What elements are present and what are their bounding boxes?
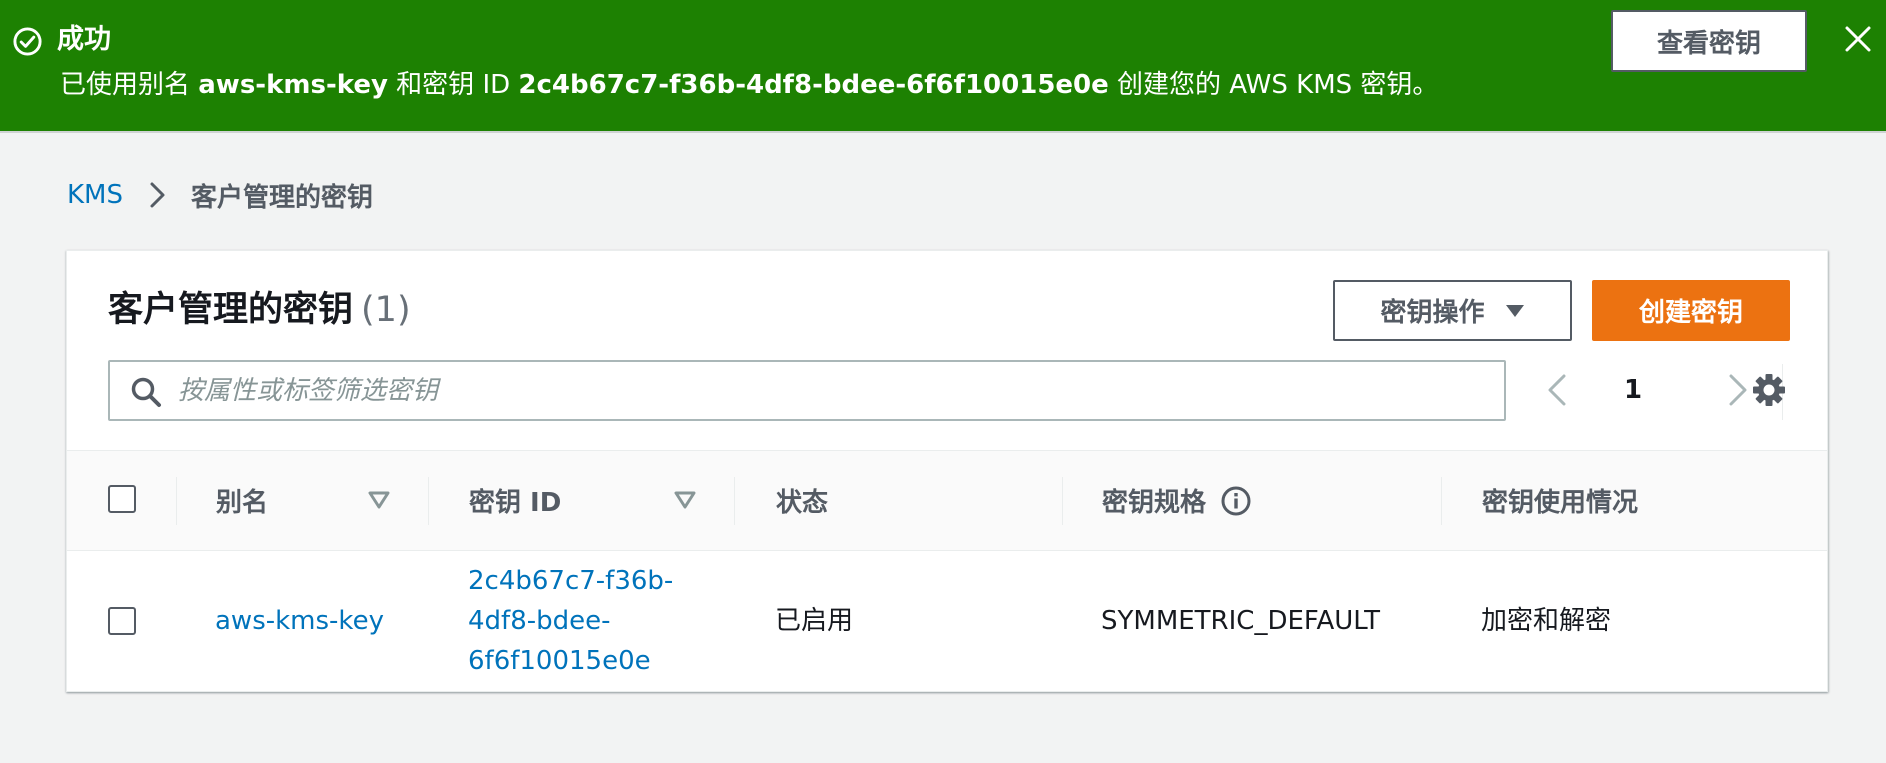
filter-input[interactable] [178, 370, 1478, 412]
column-header-key-spec[interactable]: 密钥规格 [1102, 451, 1252, 550]
keys-table-container: 客户管理的密钥(1) 密钥操作 创建密钥 1 [66, 250, 1828, 692]
breadcrumb: KMS 客户管理的密钥 [67, 175, 373, 215]
caret-down-icon [1505, 304, 1524, 317]
key-id-line: 2c4b67c7-f36b- [468, 566, 674, 596]
key-id-link[interactable]: 2c4b67c7-f36b- 4df8-bdee- 6f6f10015e0e [468, 561, 673, 681]
key-actions-label: 密钥操作 [1380, 298, 1485, 328]
column-divider [734, 477, 735, 525]
key-id-line: 4df8-bdee- [468, 606, 611, 636]
create-key-button[interactable]: 创建密钥 [1592, 280, 1790, 341]
flash-alias: aws-kms-key [198, 70, 388, 100]
current-page[interactable]: 1 [1613, 370, 1653, 410]
settings-icon[interactable] [1749, 370, 1789, 410]
column-header-alias[interactable]: 别名 [216, 451, 268, 550]
success-flashbar: 成功 已使用别名 aws-kms-key 和密钥 ID 2c4b67c7-f36… [0, 0, 1886, 133]
sort-icon[interactable] [673, 489, 697, 511]
select-all-checkbox[interactable] [108, 485, 136, 513]
table-row: aws-kms-key 2c4b67c7-f36b- 4df8-bdee- 6f… [67, 551, 1827, 691]
column-divider [1062, 477, 1063, 525]
column-header-key-id[interactable]: 密钥 ID [469, 451, 561, 550]
check-circle-icon [13, 27, 42, 56]
view-key-button[interactable]: 查看密钥 [1611, 10, 1807, 72]
chevron-left-icon[interactable] [1542, 370, 1572, 410]
flash-title: 成功 [57, 24, 111, 55]
sort-icon[interactable] [367, 489, 391, 511]
key-count: (1) [361, 290, 411, 330]
key-spec-cell: SYMMETRIC_DEFAULT [1101, 606, 1381, 636]
flash-key-id: 2c4b67c7-f36b-4df8-bdee-6f6f10015e0e [518, 70, 1109, 100]
column-header-usage[interactable]: 密钥使用情况 [1482, 451, 1638, 550]
breadcrumb-current: 客户管理的密钥 [191, 182, 374, 213]
column-divider [1441, 477, 1442, 525]
flash-message-suffix: 创建您的 AWS KMS 密钥。 [1108, 70, 1439, 100]
row-checkbox[interactable] [108, 607, 136, 635]
key-id-line: 6f6f10015e0e [468, 646, 651, 676]
panel-title-text: 客户管理的密钥 [108, 290, 354, 330]
page-title: 客户管理的密钥 (1) [108, 286, 411, 334]
flash-message-mid: 和密钥 ID [387, 70, 519, 100]
flash-message-prefix: 已使用别名 [60, 70, 199, 100]
column-header-status[interactable]: 状态 [776, 451, 828, 550]
column-divider [428, 477, 429, 525]
close-icon[interactable] [1843, 24, 1873, 54]
flash-message: 已使用别名 aws-kms-key 和密钥 ID 2c4b67c7-f36b-4… [60, 67, 1438, 103]
search-icon [131, 377, 161, 407]
info-icon[interactable] [1220, 485, 1252, 517]
key-actions-button[interactable]: 密钥操作 [1333, 280, 1572, 341]
chevron-right-icon [150, 182, 165, 208]
key-spec-label: 密钥规格 [1102, 488, 1207, 518]
alias-link[interactable]: aws-kms-key [215, 601, 384, 641]
status-cell: 已启用 [775, 606, 854, 636]
column-divider [176, 477, 177, 525]
breadcrumb-kms-link[interactable]: KMS [67, 180, 123, 210]
table-header: 别名 密钥 ID 状态 密钥规格 密钥使用情况 [67, 450, 1827, 551]
usage-cell: 加密和解密 [1481, 606, 1612, 636]
filter-box [108, 360, 1506, 421]
